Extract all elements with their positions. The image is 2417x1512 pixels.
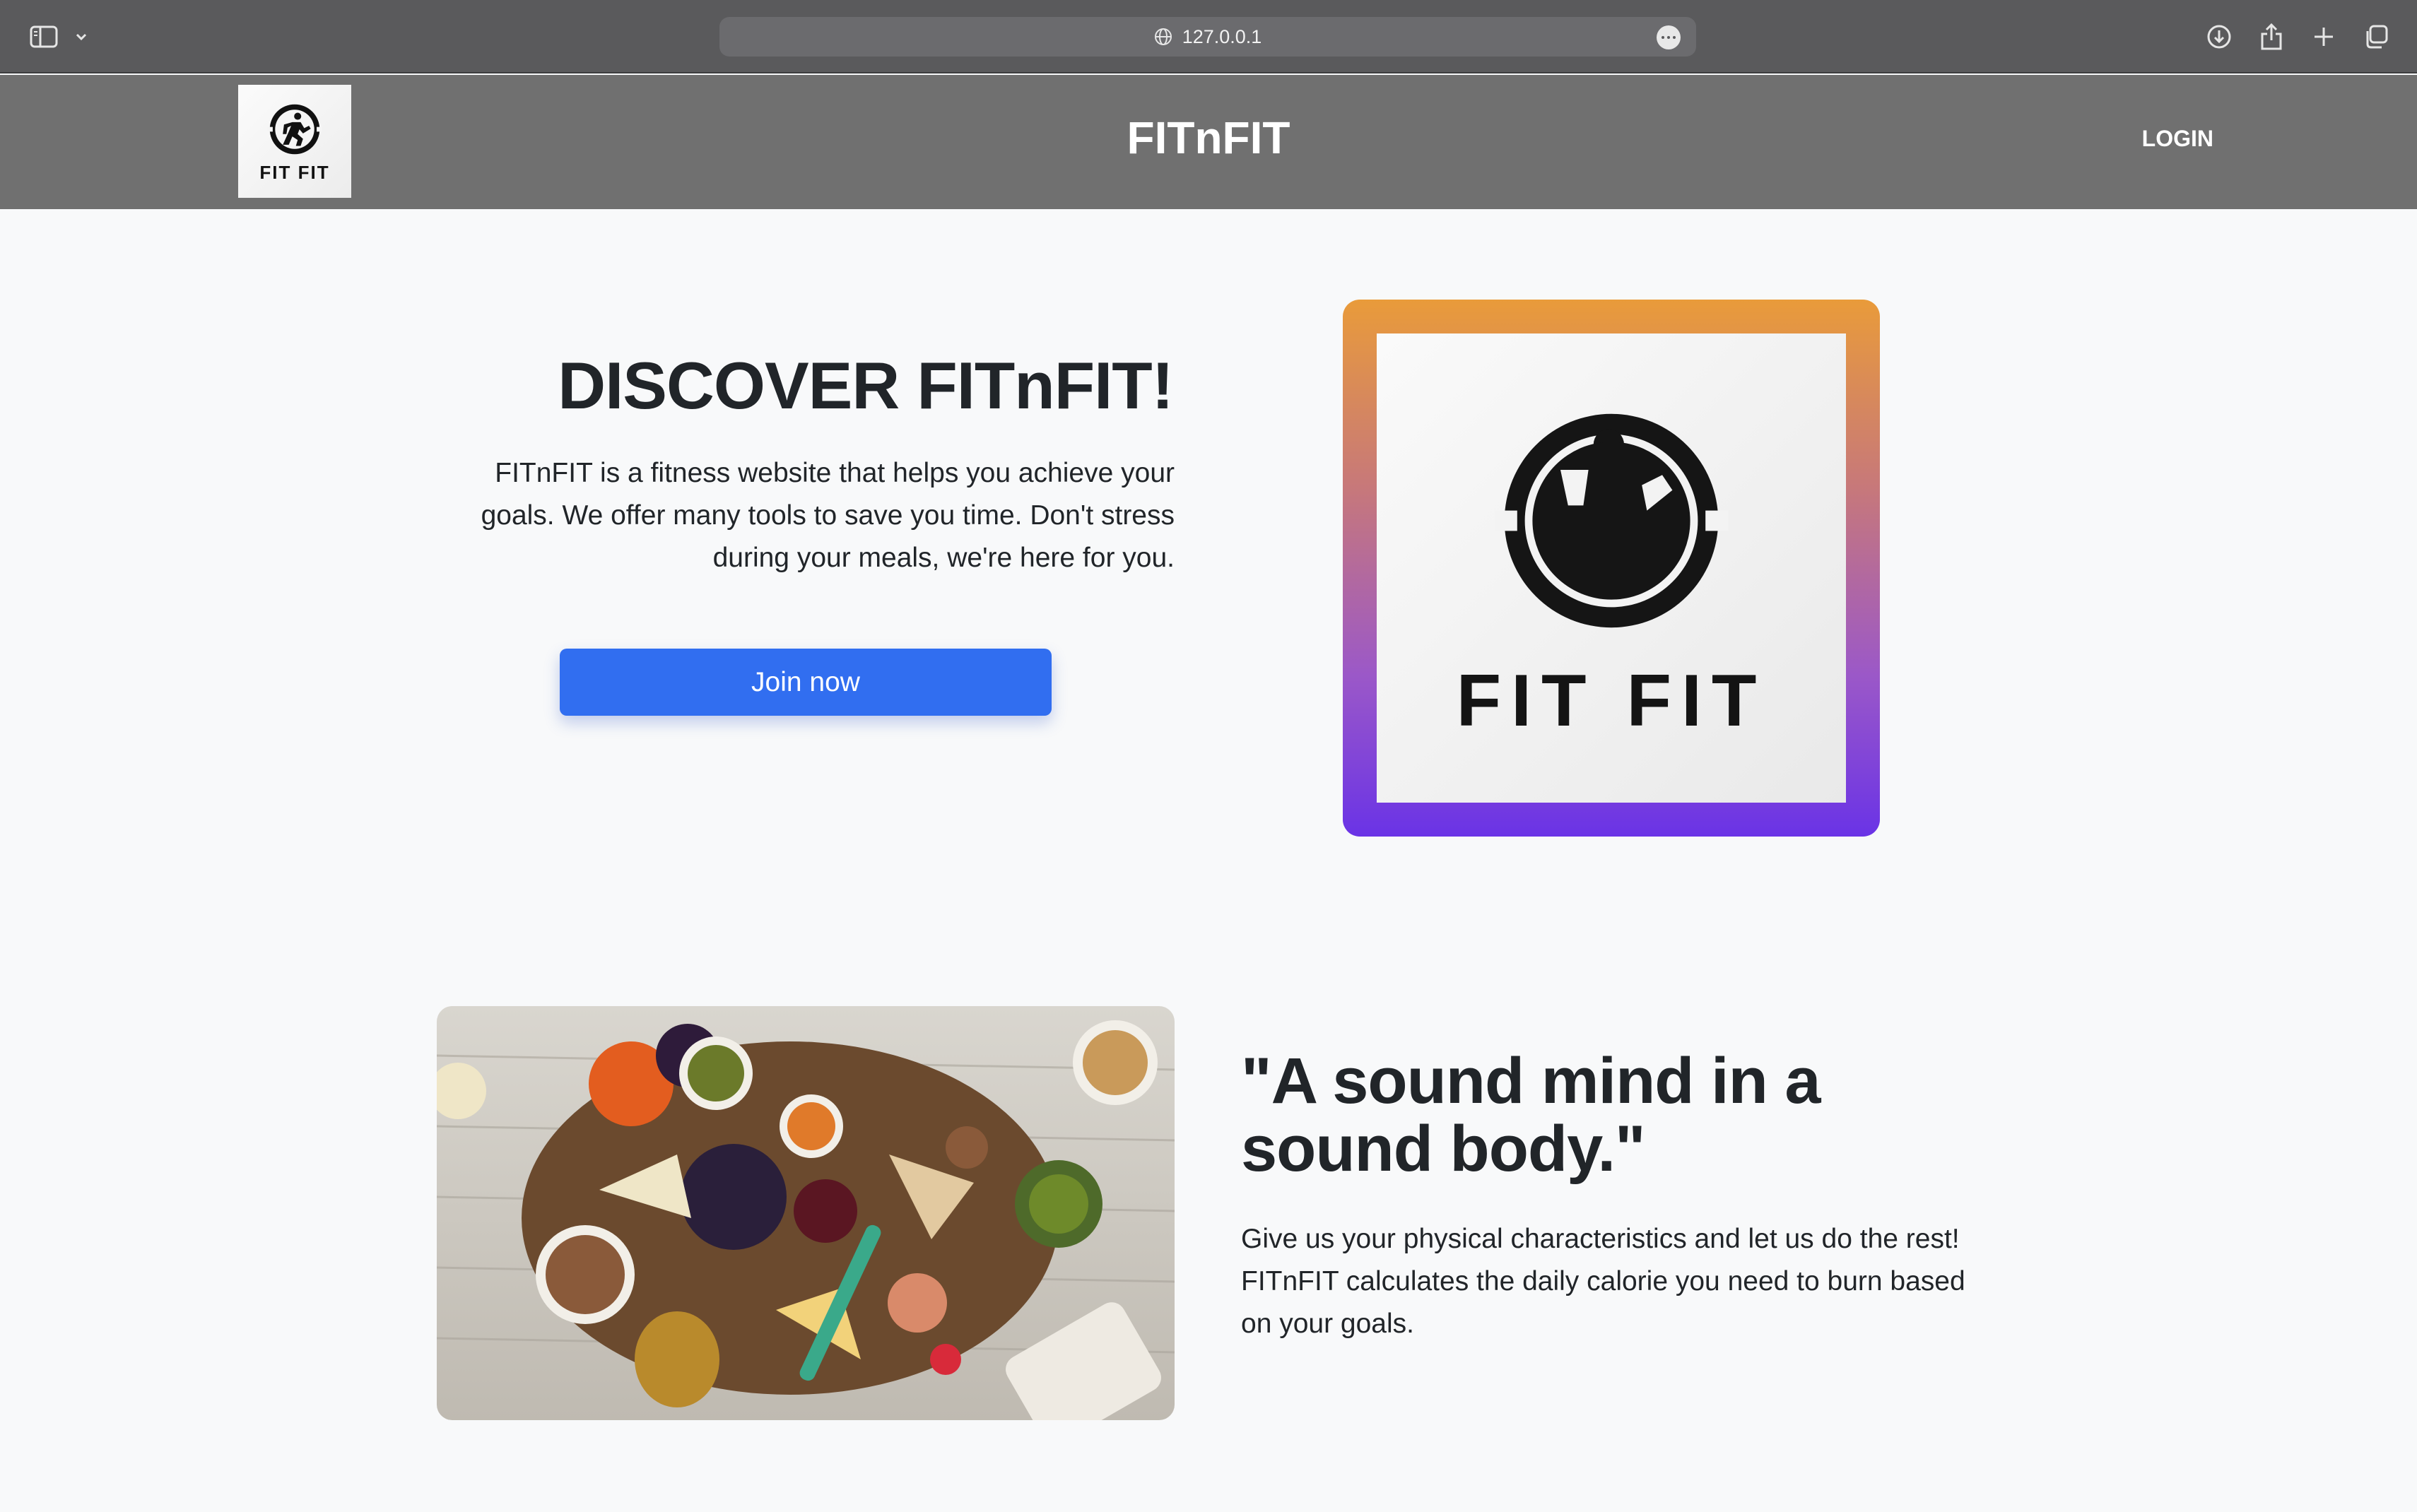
share-icon[interactable] <box>2254 0 2288 73</box>
join-now-button[interactable]: Join now <box>560 649 1052 716</box>
globe-icon <box>1154 28 1172 46</box>
hero-logo-text: FIT FIT <box>1456 659 1767 742</box>
site-header: FIT FIT FITnFIT LOGIN <box>0 75 2417 209</box>
quote-description: Give us your physical characteristics an… <box>1241 1224 1965 1339</box>
logo-text: FIT FIT <box>259 161 330 183</box>
browser-toolbar: 127.0.0.1 <box>0 0 2417 73</box>
sidebar-icon[interactable] <box>24 0 64 73</box>
chevron-down-icon[interactable] <box>69 0 93 73</box>
hero-description: FITnFIT is a fitness website that helps … <box>481 458 1175 573</box>
hero-heading: DISCOVER FITnFIT! <box>558 348 1174 423</box>
runner-logo-icon <box>1494 413 1729 627</box>
food-platter-image <box>437 1006 1175 1420</box>
quote-heading: "A sound mind in a sound body." <box>1241 1045 1821 1185</box>
hero-logo-panel: FIT FIT <box>1377 333 1846 803</box>
tabs-icon[interactable] <box>2359 0 2393 73</box>
hero-logo-image: FIT FIT <box>1343 300 1880 837</box>
plus-icon[interactable] <box>2307 0 2341 73</box>
more-icon[interactable] <box>1657 25 1681 49</box>
site-title: FITnFIT <box>1127 112 1290 163</box>
download-icon[interactable] <box>2202 0 2236 73</box>
address-bar[interactable]: 127.0.0.1 <box>719 17 1696 57</box>
url-text: 127.0.0.1 <box>1182 25 1262 47</box>
login-link[interactable]: LOGIN <box>2120 126 2213 152</box>
